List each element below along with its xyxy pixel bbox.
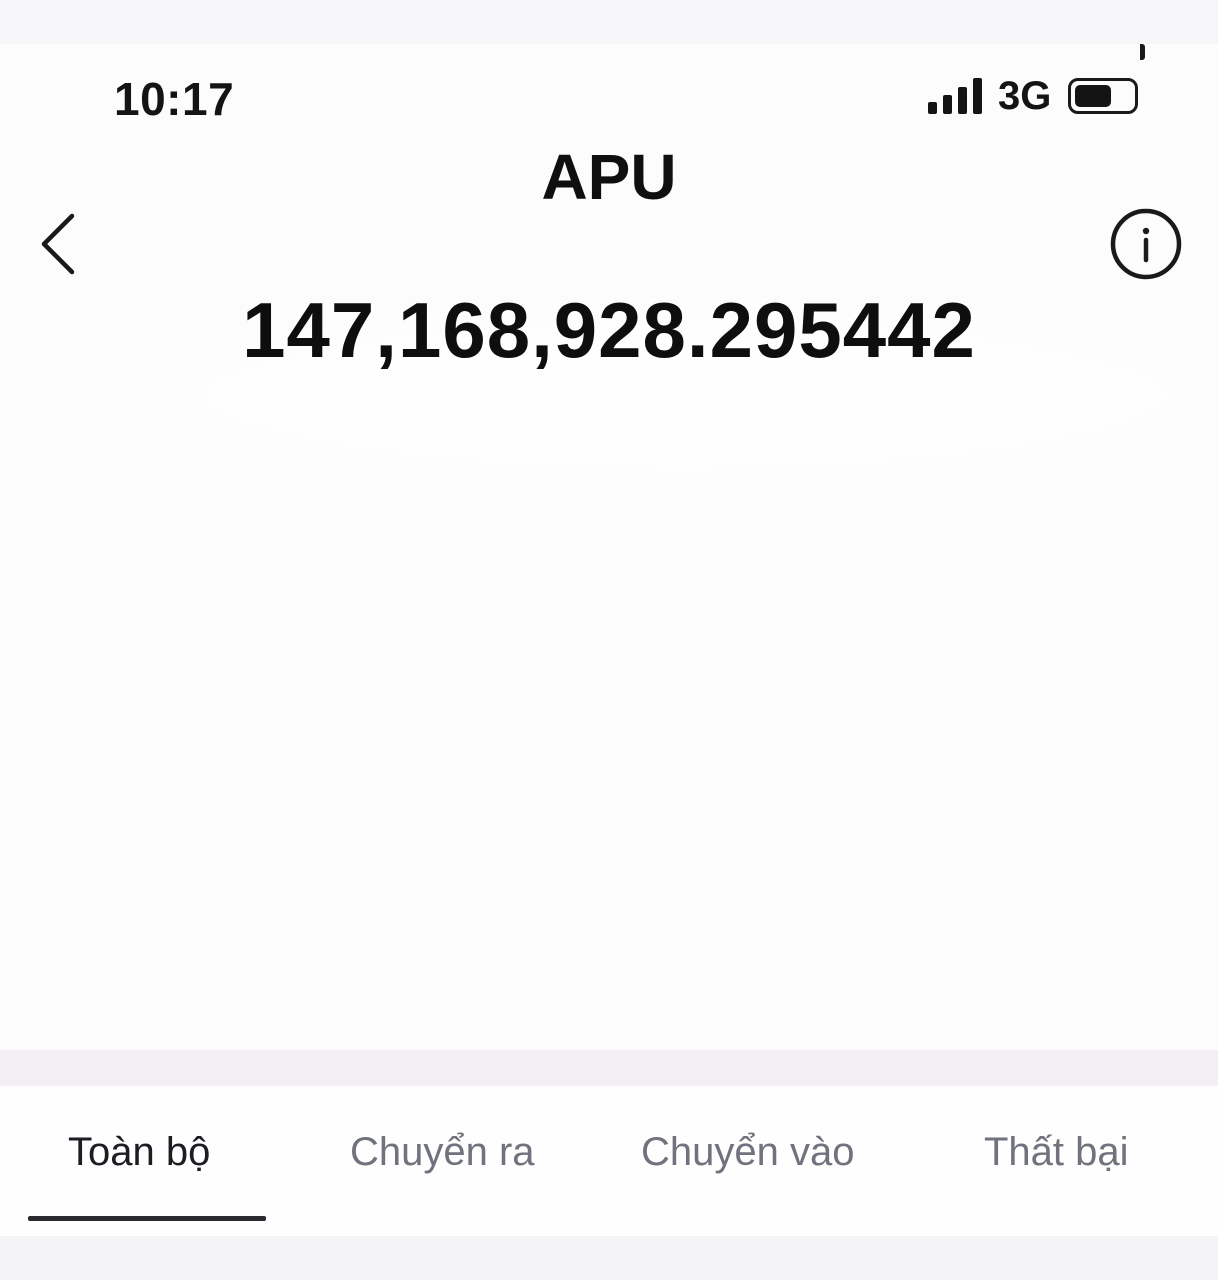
signal-bars-icon (928, 78, 984, 114)
back-button[interactable] (30, 210, 90, 280)
tab-failed[interactable]: Thất bại (984, 1130, 1129, 1175)
battery-icon (1068, 78, 1138, 114)
tab-transfer-out[interactable]: Chuyển ra (350, 1130, 535, 1175)
status-bar: 10:17 3G (0, 44, 1218, 144)
battery-fill (1075, 85, 1111, 107)
bottom-band (0, 1236, 1218, 1280)
tab-transfer-in[interactable]: Chuyển vào (641, 1130, 854, 1175)
page-title: APU (541, 141, 677, 213)
transaction-tabs: Toàn bộ Chuyển ra Chuyển vào Thất bại (0, 1086, 1218, 1236)
info-button[interactable] (1108, 206, 1184, 282)
chevron-left-icon (41, 213, 75, 275)
battery-cap (1140, 44, 1145, 60)
tab-all[interactable]: Toàn bộ (68, 1130, 210, 1175)
info-circle-icon (1110, 208, 1182, 280)
section-divider (0, 1050, 1218, 1086)
balance-amount: 147,168,928.295442 (242, 286, 976, 374)
top-strip (0, 0, 1218, 44)
network-type: 3G (998, 74, 1052, 118)
active-tab-indicator (28, 1216, 266, 1221)
status-time: 10:17 (114, 73, 235, 125)
